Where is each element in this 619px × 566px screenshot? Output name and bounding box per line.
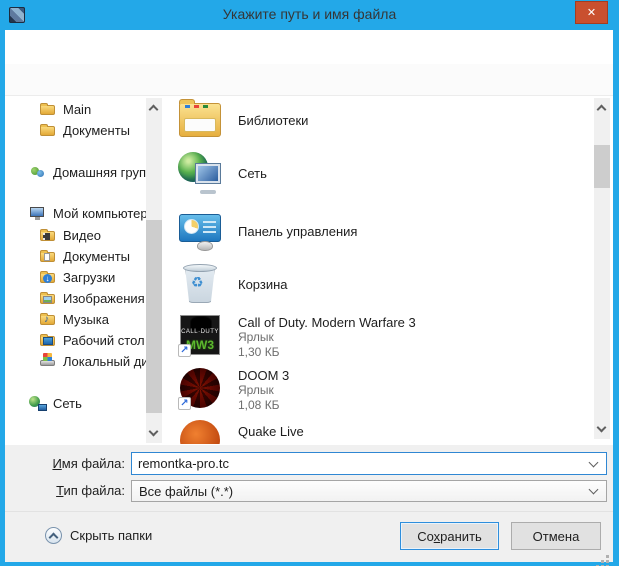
sidebar-item-label: Main bbox=[63, 102, 91, 117]
file-name: Панель управления bbox=[238, 224, 357, 239]
file-name: Сеть bbox=[238, 166, 267, 181]
folder-icon bbox=[39, 122, 57, 138]
filetype-label: Тип файла: bbox=[5, 483, 125, 498]
sidebar-item-label: Рабочий стол bbox=[63, 333, 145, 348]
filetype-select[interactable]: Все файлы (*.*) bbox=[131, 480, 607, 502]
content-area: Main Документы Домашняя группа Мой компь… bbox=[5, 96, 613, 445]
scrollbar-thumb[interactable] bbox=[146, 220, 162, 413]
quake-live-shortcut-icon bbox=[178, 420, 222, 444]
hide-folders-button[interactable]: Скрыть папки bbox=[45, 527, 152, 544]
network-icon bbox=[29, 395, 47, 411]
hide-folders-label: Скрыть папки bbox=[70, 528, 152, 543]
sidebar-item-label: Домашняя группа bbox=[53, 165, 160, 180]
sidebar-scrollbar[interactable] bbox=[146, 98, 162, 443]
sidebar-item-label: Музыка bbox=[63, 312, 109, 327]
videos-folder-icon bbox=[39, 227, 57, 243]
scrollbar-thumb[interactable] bbox=[594, 145, 610, 188]
file-list-scrollbar[interactable] bbox=[594, 98, 610, 439]
documents-folder-icon bbox=[39, 248, 57, 264]
filename-combobox bbox=[131, 452, 607, 475]
sidebar-item-videos[interactable]: Видео bbox=[39, 226, 101, 244]
file-list: Библиотеки Сеть Панель управления ♻ Корз… bbox=[170, 96, 613, 445]
filename-dropdown-icon[interactable] bbox=[589, 457, 599, 467]
scroll-up-icon[interactable] bbox=[149, 105, 159, 115]
file-item-libraries[interactable]: Библиотеки bbox=[178, 98, 587, 142]
resize-grip[interactable] bbox=[606, 555, 609, 558]
downloads-folder-icon: ↓ bbox=[39, 269, 57, 285]
sidebar-item-label: Загрузки bbox=[63, 270, 115, 285]
scroll-down-icon[interactable] bbox=[149, 427, 159, 437]
filename-pane: Имя файла: Тип файла: Все файлы (*.*) bbox=[5, 445, 613, 511]
sidebar-item-local-disk[interactable]: Локальный диск bbox=[39, 352, 161, 370]
sidebar-item-label: Сеть bbox=[53, 396, 82, 411]
file-item-recycle-bin[interactable]: ♻ Корзина bbox=[178, 260, 587, 308]
sidebar-item-downloads[interactable]: ↓ Загрузки bbox=[39, 268, 115, 286]
sidebar-item-label: Видео bbox=[63, 228, 101, 243]
pictures-folder-icon bbox=[39, 290, 57, 306]
sidebar-item-label: Изображения bbox=[63, 291, 145, 306]
sidebar-item-my-computer[interactable]: Мой компьютер bbox=[29, 204, 148, 222]
network-globe-icon bbox=[178, 152, 222, 194]
file-name: DOOM 3 bbox=[238, 368, 289, 383]
file-item-doom3[interactable]: ↗ DOOM 3 Ярлык 1,08 КБ bbox=[178, 368, 587, 416]
sidebar-item-pictures[interactable]: Изображения bbox=[39, 289, 145, 307]
computer-icon bbox=[29, 205, 47, 221]
file-size: 1,30 КБ bbox=[238, 345, 416, 360]
navigation-bar: ← → ↑ Рабочий стол ↻ bbox=[5, 30, 613, 64]
sidebar-item-main[interactable]: Main bbox=[39, 100, 91, 118]
sidebar-item-label: Документы bbox=[63, 249, 130, 264]
control-panel-icon bbox=[178, 211, 222, 251]
scroll-down-icon[interactable] bbox=[597, 423, 607, 433]
titlebar: Укажите путь и имя файла ✕ bbox=[0, 0, 619, 30]
sidebar-item-documents-top[interactable]: Документы bbox=[39, 121, 130, 139]
file-item-network[interactable]: Сеть bbox=[178, 151, 587, 195]
homegroup-icon bbox=[29, 164, 47, 180]
folder-icon bbox=[39, 101, 57, 117]
music-folder-icon: ♪ bbox=[39, 311, 57, 327]
sidebar-item-label: Мой компьютер bbox=[53, 206, 148, 221]
file-item-control-panel[interactable]: Панель управления bbox=[178, 208, 587, 254]
close-icon: ✕ bbox=[587, 6, 596, 19]
libraries-icon bbox=[178, 103, 222, 137]
local-disk-icon bbox=[39, 353, 57, 369]
sidebar-item-documents[interactable]: Документы bbox=[39, 247, 130, 265]
cod-mw3-shortcut-icon: CALL·DUTYMW3 ↗ bbox=[178, 315, 222, 355]
close-button[interactable]: ✕ bbox=[575, 1, 608, 24]
file-kind: Ярлык bbox=[238, 383, 289, 398]
cancel-button[interactable]: Отмена bbox=[511, 522, 601, 550]
file-size: 1,08 КБ bbox=[238, 398, 289, 413]
window-title: Укажите путь и имя файла bbox=[0, 6, 619, 22]
sidebar-item-desktop[interactable]: Рабочий стол bbox=[39, 331, 145, 349]
shortcut-arrow-icon: ↗ bbox=[178, 397, 191, 410]
filename-label: Имя файла: bbox=[5, 456, 125, 471]
command-bar: Упорядочить Создать папку ? bbox=[5, 64, 613, 96]
file-name: Quake Live bbox=[238, 424, 304, 439]
sidebar-item-music[interactable]: ♪ Музыка bbox=[39, 310, 109, 328]
file-name: Библиотеки bbox=[238, 113, 308, 128]
sidebar-item-network[interactable]: Сеть bbox=[29, 394, 82, 412]
recycle-bin-icon: ♻ bbox=[178, 263, 222, 305]
chevron-up-circle-icon bbox=[45, 527, 62, 544]
shortcut-arrow-icon: ↗ bbox=[178, 344, 191, 357]
doom3-shortcut-icon: ↗ bbox=[178, 368, 222, 408]
sidebar-item-label: Документы bbox=[63, 123, 130, 138]
scroll-up-icon[interactable] bbox=[597, 105, 607, 115]
file-name: Корзина bbox=[238, 277, 288, 292]
file-name: Call of Duty. Modern Warfare 3 bbox=[238, 315, 416, 330]
desktop-folder-icon bbox=[39, 332, 57, 348]
save-file-dialog: Укажите путь и имя файла ✕ ← → ↑ Рабочий… bbox=[0, 0, 619, 566]
save-button[interactable]: Сохранить bbox=[400, 522, 499, 550]
footer: Скрыть папки Сохранить Отмена bbox=[5, 511, 613, 562]
file-item-cod-mw3[interactable]: CALL·DUTYMW3 ↗ Call of Duty. Modern Warf… bbox=[178, 315, 587, 363]
file-item-quake-live[interactable]: Quake Live bbox=[178, 420, 587, 444]
sidebar-item-homegroup[interactable]: Домашняя группа bbox=[29, 163, 160, 181]
filename-input[interactable] bbox=[132, 456, 590, 471]
filetype-dropdown-icon[interactable] bbox=[589, 485, 599, 495]
filetype-value: Все файлы (*.*) bbox=[132, 484, 590, 499]
file-kind: Ярлык bbox=[238, 330, 416, 345]
